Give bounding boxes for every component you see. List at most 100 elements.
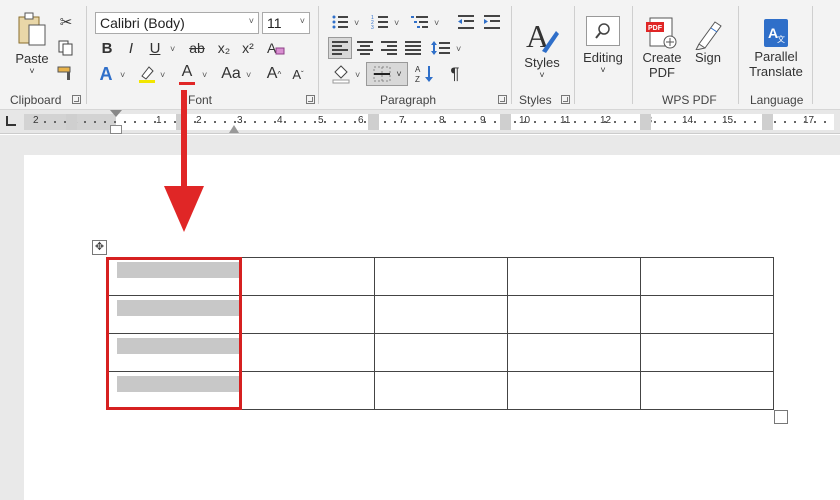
ruler-tick <box>414 121 416 123</box>
table-cell[interactable] <box>374 333 508 372</box>
ruler-tick <box>304 121 306 123</box>
increase-indent-button[interactable] <box>482 12 502 32</box>
font-name-field[interactable]: Calibri (Body) ˅ <box>95 12 259 34</box>
grow-font-button[interactable]: A ^ <box>264 63 284 85</box>
font-launcher-icon[interactable] <box>306 95 315 104</box>
styles-launcher-icon[interactable] <box>561 95 570 104</box>
table-cell[interactable] <box>507 257 641 296</box>
table-cell[interactable] <box>507 295 641 334</box>
first-line-indent-marker[interactable] <box>110 110 122 117</box>
cut-button[interactable]: ✂ <box>56 12 76 32</box>
bold-button[interactable]: B <box>98 38 116 58</box>
table-cell[interactable] <box>241 333 375 372</box>
ruler-column-marker[interactable] <box>66 114 77 130</box>
superscript-button[interactable]: x² <box>238 38 258 58</box>
bullets-button[interactable] <box>330 12 350 32</box>
numbering-button[interactable]: 123 <box>370 12 390 32</box>
paragraph-launcher-icon[interactable] <box>498 95 507 104</box>
ruler-tick <box>684 121 686 123</box>
ruler-tick <box>574 121 576 123</box>
font-name-value: Calibri (Body) <box>100 15 185 31</box>
text-effects-button[interactable]: A <box>96 63 116 85</box>
table-cell[interactable] <box>241 371 375 410</box>
ruler-tick <box>274 121 276 123</box>
horizontal-ruler[interactable]: 211234567891011121314151617 <box>0 110 840 134</box>
table-cell[interactable] <box>507 371 641 410</box>
align-right-button[interactable] <box>378 38 400 58</box>
chevron-down-icon[interactable]: ˅ <box>170 44 175 54</box>
ruler-tick <box>604 121 606 123</box>
chevron-down-icon[interactable]: ˅ <box>202 70 207 80</box>
ruler-tick <box>344 121 346 123</box>
chevron-down-icon[interactable]: ˅ <box>354 18 359 28</box>
hanging-indent-marker[interactable] <box>110 125 122 134</box>
align-left-button[interactable] <box>328 37 352 59</box>
align-center-button[interactable] <box>354 38 376 58</box>
table-cell[interactable] <box>507 333 641 372</box>
styles-button[interactable]: A Styles ˅ <box>518 10 566 86</box>
paste-button[interactable]: Paste ˅ <box>10 8 54 78</box>
tab-selector-icon[interactable] <box>6 116 16 126</box>
highlight-color-button[interactable] <box>136 63 158 85</box>
editing-button[interactable]: Editing ˅ <box>580 10 626 80</box>
ruler-column-marker[interactable] <box>762 114 773 130</box>
ruler-tick <box>474 121 476 123</box>
table-cell[interactable] <box>640 371 774 410</box>
styles-label: Styles <box>524 54 560 70</box>
create-pdf-label-2: PDF <box>649 65 675 80</box>
table-cell[interactable] <box>640 257 774 296</box>
decrease-indent-button[interactable] <box>456 12 476 32</box>
table-move-handle-icon[interactable]: ✥ <box>92 240 107 255</box>
ruler-tick <box>814 121 816 123</box>
sort-button[interactable]: AZ <box>414 63 436 85</box>
justify-button[interactable] <box>402 38 424 58</box>
sign-button[interactable]: Sign <box>688 12 728 68</box>
multilevel-list-icon <box>411 16 428 28</box>
clipboard-launcher-icon[interactable] <box>72 95 81 104</box>
chevron-down-icon[interactable]: ˅ <box>246 70 251 80</box>
italic-button[interactable]: I <box>122 38 140 58</box>
parallel-translate-button[interactable]: A文 Parallel Translate <box>746 12 806 84</box>
ruler-tick <box>654 121 656 123</box>
subscript-button[interactable]: x₂ <box>214 38 234 58</box>
ruler-column-marker[interactable] <box>640 114 651 130</box>
borders-button[interactable]: ˅ <box>366 62 408 86</box>
table-cell[interactable] <box>374 257 508 296</box>
font-size-field[interactable]: 11 ˅ <box>262 12 310 34</box>
right-indent-marker[interactable] <box>229 125 239 133</box>
table-resize-handle[interactable] <box>774 410 788 424</box>
font-color-button[interactable]: A <box>176 62 198 86</box>
chevron-down-icon[interactable]: ˅ <box>120 70 125 80</box>
table-cell[interactable] <box>241 257 375 296</box>
table-cell[interactable] <box>374 295 508 334</box>
ruler-column-marker[interactable] <box>368 114 379 130</box>
chevron-down-icon[interactable]: ˅ <box>160 70 165 80</box>
strikethrough-button[interactable]: ab <box>186 38 208 58</box>
chevron-down-icon: ˅ <box>396 69 402 79</box>
ruler-column-marker[interactable] <box>500 114 511 130</box>
chevron-down-icon[interactable]: ˅ <box>394 18 399 28</box>
table-cell[interactable] <box>241 295 375 334</box>
shading-button[interactable] <box>330 63 352 85</box>
shrink-font-button[interactable]: Aˇ <box>288 63 308 85</box>
chevron-down-icon[interactable]: ˅ <box>355 70 360 80</box>
format-painter-button[interactable] <box>56 63 76 83</box>
ruler-number: 5 <box>318 115 324 126</box>
clear-formatting-button[interactable]: A <box>264 38 286 58</box>
line-spacing-button[interactable] <box>430 38 452 58</box>
multilevel-list-button[interactable] <box>410 12 430 32</box>
underline-button[interactable]: U <box>146 38 164 58</box>
paintbrush-icon <box>57 66 71 80</box>
table-cell[interactable] <box>640 333 774 372</box>
ruler-tick <box>704 121 706 123</box>
chevron-down-icon[interactable]: ˅ <box>456 44 461 54</box>
table-cell[interactable] <box>374 371 508 410</box>
create-pdf-button[interactable]: PDF Create PDF <box>640 12 684 84</box>
chevron-down-icon[interactable]: ˅ <box>434 18 439 28</box>
show-formatting-button[interactable]: ¶ <box>444 63 466 85</box>
table-cell[interactable] <box>640 295 774 334</box>
chevron-down-icon: ˅ <box>299 16 305 26</box>
ruler-number: 1 <box>156 115 162 126</box>
change-case-button[interactable]: Aa <box>218 63 244 85</box>
copy-button[interactable] <box>56 38 76 58</box>
